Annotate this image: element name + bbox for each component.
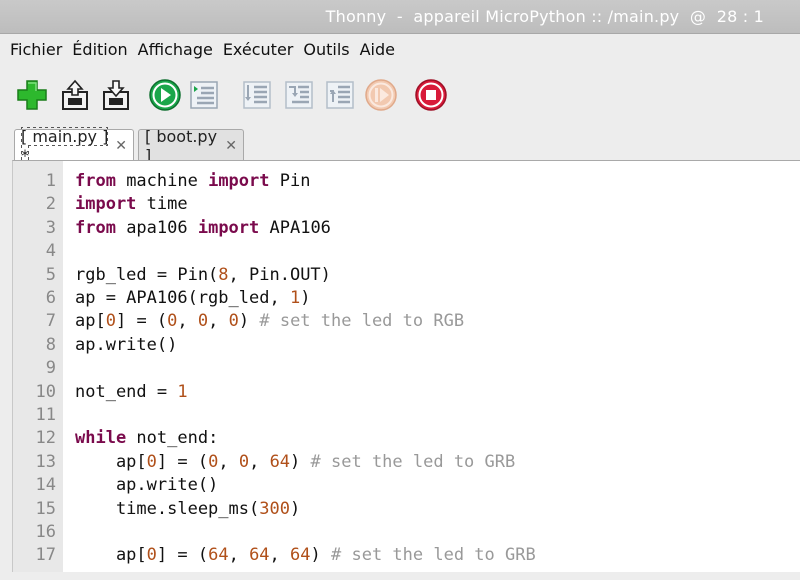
resume-icon — [365, 79, 397, 111]
code-text: rgb_led = Pin(8, Pin.OUT) — [75, 264, 331, 285]
code-line[interactable]: 12 while not_end: — [13, 427, 793, 450]
code-text: while not_end: — [75, 428, 219, 449]
code-line[interactable]: 6 ap = APA106(rgb_led, 1) — [13, 287, 793, 310]
stop-icon — [415, 79, 447, 111]
menu-fichier[interactable]: Fichier — [5, 34, 67, 66]
step-out-icon — [326, 81, 354, 109]
code-text: import time — [75, 194, 188, 215]
code-line[interactable]: 14 ap.write() — [13, 474, 793, 497]
line-number: 8 — [45, 334, 56, 355]
code-line[interactable]: 5 rgb_led = Pin(8, Pin.OUT) — [13, 264, 793, 287]
menu-edition[interactable]: Édition — [67, 34, 132, 66]
code-text: ap = APA106(rgb_led, 1) — [75, 288, 311, 308]
line-number: 9 — [45, 358, 56, 379]
close-icon[interactable]: ✕ — [225, 138, 237, 154]
line-number: 1 — [45, 171, 56, 191]
code-line[interactable]: 3 from apa106 import APA106 — [13, 217, 793, 240]
line-number: 6 — [45, 288, 56, 308]
line-number: 7 — [45, 311, 56, 332]
code-line[interactable]: 17 ap[0] = (64, 64, 64) # set the led to… — [13, 544, 793, 567]
line-number: 5 — [45, 264, 56, 285]
line-number: 12 — [35, 428, 56, 449]
line-number: 15 — [35, 498, 56, 519]
save-file-button[interactable] — [99, 78, 133, 112]
play-icon — [149, 79, 181, 111]
open-icon — [62, 79, 88, 110]
code-text: time.sleep_ms(300) — [75, 498, 301, 519]
line-number: 14 — [35, 475, 56, 496]
run-button[interactable] — [148, 78, 182, 112]
line-number: 3 — [45, 217, 56, 238]
code-line[interactable]: 16 — [13, 521, 793, 544]
step-into-button[interactable] — [282, 78, 316, 112]
step-over-button[interactable] — [240, 78, 274, 112]
editor-tab-bar: [ main.py ] * ✕ [ boot.py ] ✕ — [0, 124, 800, 165]
debug-icon — [190, 81, 218, 109]
step-over-icon — [243, 81, 271, 109]
code-line[interactable]: 1 from machine import Pin — [13, 170, 793, 193]
code-text: ap.write() — [75, 475, 219, 496]
code-line[interactable]: 15 time.sleep_ms(300) — [13, 498, 793, 521]
title-bar: Thonny - appareil MicroPython :: /main.p… — [0, 0, 800, 34]
code-line[interactable]: 9 — [13, 357, 793, 380]
tab-boot-py[interactable]: [ boot.py ] ✕ — [138, 127, 244, 165]
line-number: 16 — [35, 522, 56, 542]
close-icon[interactable]: ✕ — [115, 138, 127, 154]
step-out-button[interactable] — [323, 78, 357, 112]
save-icon — [103, 80, 129, 110]
code-text: ap[0] = (0, 0, 64) # set the led to GRB — [75, 451, 516, 472]
plus-icon — [17, 80, 47, 110]
line-number: 13 — [35, 451, 56, 472]
tab-label: [ boot.py ] — [145, 126, 218, 165]
menu-executer[interactable]: Exécuter — [218, 34, 299, 66]
toolbar — [0, 66, 800, 122]
code-text: from machine import Pin — [75, 171, 311, 191]
code-text: ap[0] = (64, 64, 64) # set the led to GR… — [75, 545, 536, 566]
debug-button[interactable] — [187, 78, 221, 112]
code-text: not_end = 1 — [75, 381, 188, 402]
code-line[interactable]: 7 ap[0] = (0, 0, 0) # set the led to RGB — [13, 310, 793, 333]
code-line[interactable]: 13 ap[0] = (0, 0, 64) # set the led to G… — [13, 451, 793, 474]
line-number: 2 — [45, 194, 56, 215]
bottom-edge — [0, 572, 800, 580]
line-number: 10 — [35, 381, 56, 402]
step-into-icon — [285, 81, 313, 109]
code-line[interactable]: 10 not_end = 1 — [13, 381, 793, 404]
menu-aide[interactable]: Aide — [355, 34, 400, 66]
tab-main-py[interactable]: [ main.py ] * ✕ — [14, 127, 134, 165]
menu-outils[interactable]: Outils — [298, 34, 354, 66]
resume-button[interactable] — [364, 78, 398, 112]
line-number: 11 — [35, 405, 56, 425]
code-line[interactable]: 4 — [13, 240, 793, 263]
menu-bar: Fichier Édition Affichage Exécuter Outil… — [0, 34, 800, 66]
new-file-button[interactable] — [15, 78, 49, 112]
code-line[interactable]: 8 ap.write() — [13, 334, 793, 357]
code-line[interactable]: 2 import time — [13, 193, 793, 216]
code-text: ap[0] = (0, 0, 0) # set the led to RGB — [75, 311, 465, 332]
stop-button[interactable] — [414, 78, 448, 112]
code-editor[interactable]: 1 from machine import Pin 2 import time 3 fro… — [12, 160, 800, 572]
open-file-button[interactable] — [58, 78, 92, 112]
line-number: 17 — [35, 545, 56, 566]
menu-affichage[interactable]: Affichage — [133, 34, 218, 66]
window-title: Thonny - appareil MicroPython :: /main.p… — [325, 7, 764, 26]
code-text: ap.write() — [75, 334, 178, 355]
code-text: from apa106 import APA106 — [75, 217, 331, 238]
line-number: 4 — [45, 241, 56, 262]
code-line[interactable]: 11 — [13, 404, 793, 427]
